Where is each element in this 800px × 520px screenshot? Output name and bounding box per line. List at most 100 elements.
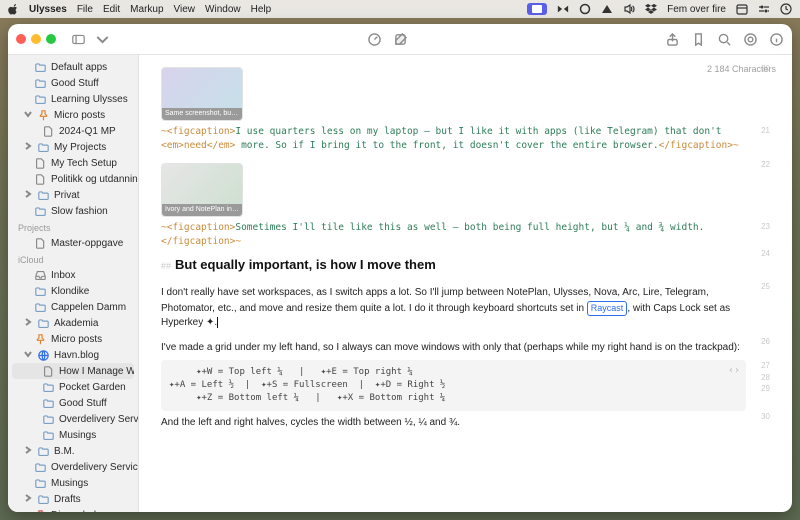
sidebar-item[interactable]: Havn.blog	[8, 347, 138, 363]
titlebar-chevron-icon[interactable]	[94, 31, 110, 47]
sidebar-toggle-button[interactable]	[70, 31, 86, 47]
close-button[interactable]	[16, 34, 26, 44]
sidebar-item-label: Micro posts	[51, 334, 102, 345]
sidebar-item-label: Good Stuff	[59, 398, 107, 409]
sidebar-item[interactable]: Akademia	[8, 315, 138, 331]
search-icon[interactable]	[716, 31, 732, 47]
calendar-badge-icon[interactable]	[736, 3, 748, 15]
sidebar-item[interactable]: Cappelen Damm	[8, 299, 138, 315]
clock-icon[interactable]	[780, 3, 792, 15]
paragraph: I don't really have set workspaces, as I…	[161, 286, 746, 331]
folder-icon	[34, 461, 46, 473]
sidebar-item[interactable]: My Projects	[8, 139, 138, 155]
disclosure-open-icon[interactable]	[24, 350, 32, 361]
menubar-item-file[interactable]: File	[77, 4, 93, 15]
sidebar-item[interactable]: Drafts	[8, 491, 138, 507]
app-window: Default appsGood StuffLearning UlyssesMi…	[8, 24, 792, 512]
sidebar-item[interactable]: Master-oppgave	[8, 235, 138, 251]
heading-2: ##But equally important, is how I move t…	[161, 256, 746, 275]
sidebar-item[interactable]: My Tech Setup	[8, 155, 138, 171]
menubar-item-window[interactable]: Window	[205, 4, 241, 15]
code-block-lang-icon[interactable]: ‹›	[728, 364, 740, 379]
menubar-item-edit[interactable]: Edit	[103, 4, 120, 15]
folder-icon	[34, 301, 46, 313]
sidebar-group-label: Projects	[8, 219, 138, 235]
circle-icon[interactable]	[579, 3, 591, 15]
menubar-item-view[interactable]: View	[174, 4, 196, 15]
disclosure-closed-icon[interactable]	[24, 494, 32, 505]
gutter-line-number: 23	[754, 221, 770, 233]
folder-icon	[34, 477, 46, 489]
info-icon[interactable]	[768, 31, 784, 47]
image-thumbnail	[162, 68, 242, 108]
bowtie-icon[interactable]	[557, 3, 569, 15]
sidebar-item[interactable]: How I Manage Windows	[12, 363, 134, 379]
disclosure-closed-icon[interactable]	[24, 142, 32, 153]
folder-icon	[34, 205, 46, 217]
sidebar-item[interactable]: Default apps	[8, 59, 138, 75]
image-attachment[interactable]: Same screenshot, but a q…	[161, 67, 243, 121]
disclosure-open-icon[interactable]	[24, 110, 32, 121]
trash-icon	[34, 509, 46, 512]
gutter-line-number: 21	[754, 125, 770, 137]
doc-icon	[34, 173, 46, 185]
share-icon[interactable]	[664, 31, 680, 47]
sidebar-item[interactable]: Musings	[8, 427, 138, 443]
sidebar-item[interactable]: Overdelivery Service	[8, 411, 138, 427]
gutter-line-number: 30	[754, 411, 770, 423]
sidebar-item-label: My Projects	[54, 142, 106, 153]
sidebar-item[interactable]: Discarded	[8, 507, 138, 512]
sidebar-item[interactable]: Good Stuff	[8, 75, 138, 91]
sidebar-item[interactable]: Slow fashion	[8, 203, 138, 219]
sidebar-item[interactable]: Micro posts	[8, 107, 138, 123]
sidebar-item[interactable]: Inbox	[8, 267, 138, 283]
sidebar-item-label: Musings	[51, 478, 88, 489]
sidebar-item[interactable]: Good Stuff	[8, 395, 138, 411]
zoom-button[interactable]	[46, 34, 56, 44]
sidebar-item[interactable]: Learning Ulysses	[8, 91, 138, 107]
sidebar-item-label: Slow fashion	[51, 206, 108, 217]
disclosure-closed-icon[interactable]	[24, 190, 32, 201]
window-traffic-lights	[16, 34, 56, 44]
gutter-line-number: 24	[754, 248, 770, 260]
disclosure-closed-icon[interactable]	[24, 318, 32, 329]
dashboard-icon[interactable]	[366, 31, 382, 47]
compose-icon[interactable]	[392, 31, 408, 47]
disclosure-closed-icon[interactable]	[24, 446, 32, 457]
sidebar-item[interactable]: Musings	[8, 475, 138, 491]
dropbox-icon[interactable]	[645, 3, 657, 15]
sidebar-item[interactable]: Overdelivery Service	[8, 459, 138, 475]
library-sidebar[interactable]: Default appsGood StuffLearning UlyssesMi…	[8, 55, 139, 512]
pin-icon	[37, 109, 49, 121]
sidebar-item-label: Overdelivery Service	[51, 462, 138, 473]
doc-icon	[34, 237, 46, 249]
paragraph: I've made a grid under my left hand, so …	[161, 341, 746, 356]
menubar-app-name[interactable]: Ulysses	[29, 4, 67, 15]
image-attachment[interactable]: Ivory and NotePlan in split…	[161, 163, 243, 217]
sidebar-item[interactable]: B.M.	[8, 443, 138, 459]
sidebar-item-label: How I Manage Windows	[59, 366, 134, 377]
menubar-item-help[interactable]: Help	[251, 4, 272, 15]
toggles-icon[interactable]	[758, 3, 770, 15]
sidebar-item-label: Akademia	[54, 318, 98, 329]
sidebar-item[interactable]: Klondike	[8, 283, 138, 299]
sidebar-item[interactable]: Politikk og utdanning	[8, 171, 138, 187]
sidebar-item[interactable]: 2024-Q1 MP	[8, 123, 138, 139]
doc-icon	[34, 157, 46, 169]
menubar-extra-pill[interactable]	[527, 3, 547, 15]
folder-icon	[42, 413, 54, 425]
menubar-item-markup[interactable]: Markup	[130, 4, 163, 15]
raycast-link[interactable]: Raycast	[587, 301, 628, 316]
bookmark-icon[interactable]	[690, 31, 706, 47]
sidebar-item[interactable]: Micro posts	[8, 331, 138, 347]
minimize-button[interactable]	[31, 34, 41, 44]
sidebar-item-label: Overdelivery Service	[59, 414, 138, 425]
sidebar-item[interactable]: Pocket Garden	[8, 379, 138, 395]
menubar-clock[interactable]: Fem over fire	[667, 4, 726, 15]
sidebar-item[interactable]: Privat	[8, 187, 138, 203]
triangle-icon[interactable]	[601, 3, 613, 15]
sound-icon[interactable]	[623, 3, 635, 15]
goal-icon[interactable]	[742, 31, 758, 47]
gutter-line-number: 25	[754, 281, 770, 293]
document[interactable]: 2 184 Characters Same screenshot, but a …	[139, 55, 792, 512]
